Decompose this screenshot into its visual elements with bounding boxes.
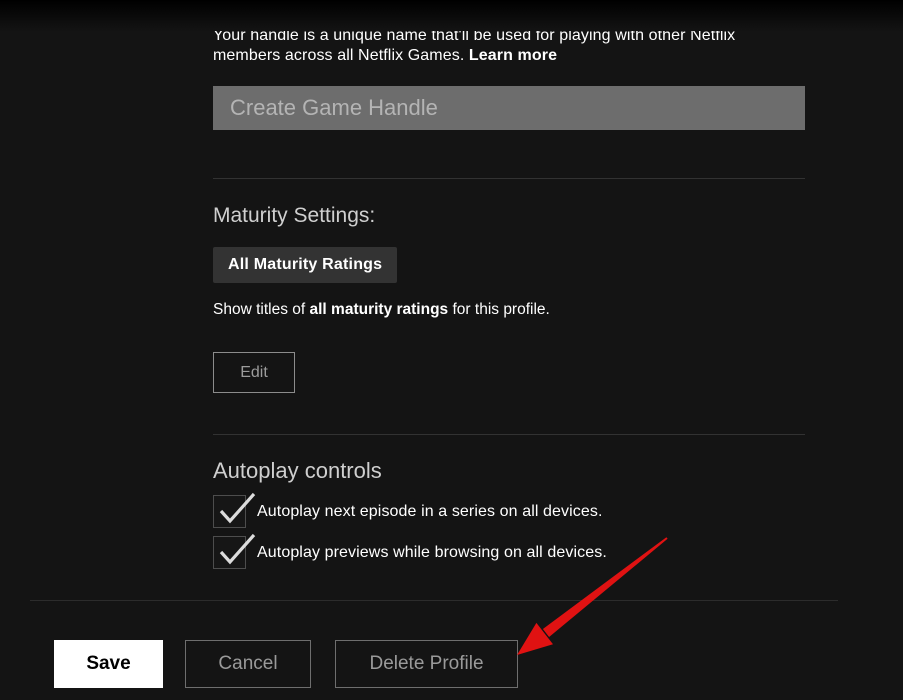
maturity-description-prefix: Show titles of [213,301,310,318]
autoplay-next-episode-label: Autoplay next episode in a series on all… [257,503,603,521]
autoplay-previews-row: Autoplay previews while browsing on all … [213,536,607,569]
checkmark-icon [216,490,258,532]
autoplay-controls-heading: Autoplay controls [213,458,382,484]
cancel-button[interactable]: Cancel [185,640,311,688]
game-handle-input[interactable] [213,86,805,130]
maturity-rating-badge: All Maturity Ratings [213,247,397,283]
checkmark-icon [216,531,258,573]
maturity-settings-heading: Maturity Settings: [213,204,375,228]
maturity-description-suffix: for this profile. [448,301,550,318]
footer-divider [30,600,838,601]
red-arrow-head [517,623,553,655]
top-shadow-gradient [0,0,903,32]
game-handle-description: Your handle is a unique name that'll be … [213,31,788,66]
autoplay-previews-label: Autoplay previews while browsing on all … [257,544,607,562]
autoplay-previews-checkbox[interactable] [213,536,246,569]
save-button[interactable]: Save [54,640,163,688]
learn-more-link[interactable]: Learn more [469,47,557,64]
section-divider [213,178,805,179]
maturity-description-bold: all maturity ratings [310,301,449,318]
section-divider [213,434,805,435]
edit-maturity-button[interactable]: Edit [213,352,295,393]
maturity-description: Show titles of all maturity ratings for … [213,301,550,319]
autoplay-next-episode-checkbox[interactable] [213,495,246,528]
delete-profile-button[interactable]: Delete Profile [335,640,518,688]
autoplay-next-episode-row: Autoplay next episode in a series on all… [213,495,603,528]
game-handle-description-wrap: Your handle is a unique name that'll be … [213,31,788,69]
